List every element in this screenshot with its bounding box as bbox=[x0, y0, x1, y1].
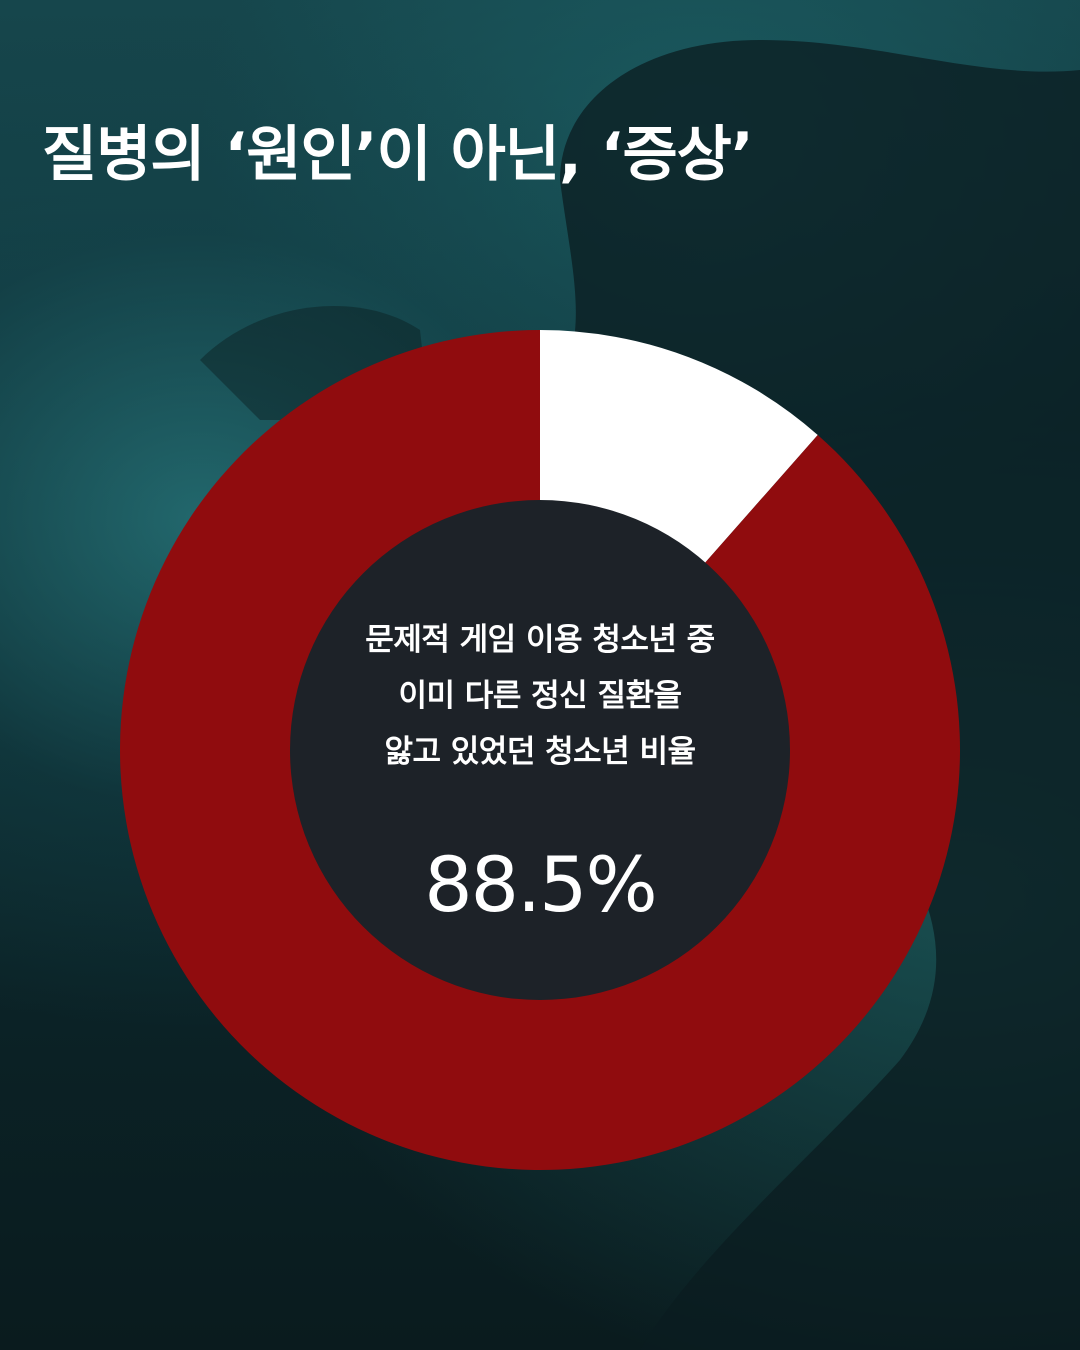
center-value: 88.5% bbox=[424, 840, 657, 929]
center-label-line-1: 문제적 게임 이용 청소년 중 bbox=[365, 622, 715, 658]
infographic-canvas: 질병의 ‘원인’이 아닌, ‘증상’ 문제적 게임 이용 청소년 중 이미 다른… bbox=[0, 0, 1080, 1350]
center-label-line-2: 이미 다른 정신 질환을 bbox=[398, 678, 682, 714]
center-label: 문제적 게임 이용 청소년 중 이미 다른 정신 질환을 앓고 있었던 청소년 … bbox=[290, 612, 790, 780]
center-label-line-3: 앓고 있었던 청소년 비율 bbox=[384, 734, 696, 770]
